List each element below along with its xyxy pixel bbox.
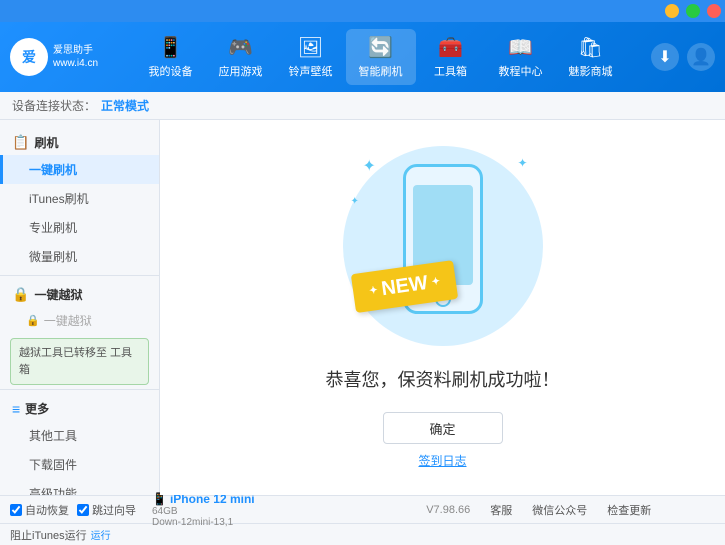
nav-icon-my-device: 📱 [158, 35, 183, 60]
nav-item-ringtone-wallpaper[interactable]: 🖼 铃声壁纸 [276, 29, 346, 85]
skip-wizard-checkbox[interactable]: 跳过向导 [77, 502, 136, 518]
header: 爱 爱思助手 www.i4.cn 📱 我的设备 🎮 应用游戏 🖼 铃声壁纸 🔄 智能刷机 🧰 工具… [0, 22, 725, 92]
bottom-center: V7.98.66 客服 微信公众号 检查更新 [363, 502, 716, 518]
nav-icon-smart-flash: 🔄 [368, 35, 393, 60]
main-layout: 📋 刷机一键刷机iTunes刷机专业刷机微量刷机 🔒 一键越狱 🔒 一键越狱越狱工具已转移… [0, 120, 725, 495]
locked-item-one-click-restore: 🔒 一键越狱 [0, 307, 159, 334]
minimize-button[interactable] [665, 4, 679, 18]
sidebar-item-download-firmware[interactable]: 下载固件 [0, 450, 159, 479]
sidebar-item-pro-flash[interactable]: 专业刷机 [0, 213, 159, 242]
logo-area: 爱 爱思助手 www.i4.cn [10, 38, 110, 76]
status-label: 设备连接状态： [12, 97, 96, 114]
nav-item-smart-flash[interactable]: 🔄 智能刷机 [346, 29, 416, 85]
title-bar [0, 0, 725, 22]
itunes-button[interactable]: 运行 [91, 527, 111, 542]
nav-icon-ringtone-wallpaper: 🖼 [298, 35, 323, 60]
nav-item-meinv-shop[interactable]: 🛍 魅影商城 [556, 29, 626, 85]
nav-label-tutorial: 教程中心 [499, 63, 543, 79]
download-button[interactable]: ⬇ [651, 43, 679, 71]
status-bar: 设备连接状态： 正常模式 [0, 92, 725, 120]
nav-label-ringtone-wallpaper: 铃声壁纸 [289, 63, 333, 79]
sidebar-section-one-click-restore: 🔒 一键越狱 [0, 280, 159, 307]
device-info: 📱 iPhone 12 mini 64GB Down-12mini-13,1 [152, 492, 255, 528]
nav-label-my-device: 我的设备 [149, 63, 193, 79]
sidebar-item-itunes-flash[interactable]: iTunes刷机 [0, 184, 159, 213]
logo-text: 爱思助手 www.i4.cn [53, 44, 98, 70]
nav-label-meinv-shop: 魅影商城 [569, 63, 613, 79]
skip-wizard-input[interactable] [77, 504, 89, 516]
content-area: ✦ ✦ ✦ NEW 恭喜您，保资料刷机成功啦！ 确定 签到日志 [160, 120, 725, 495]
auto-connect-checkbox[interactable]: 自动恢复 [10, 502, 69, 518]
sparkle-1: ✦ [363, 156, 376, 176]
sidebar-item-one-click-flash[interactable]: 一键刷机 [0, 155, 159, 184]
user-button[interactable]: 👤 [687, 43, 715, 71]
daily-button[interactable]: 签到日志 [418, 452, 466, 469]
sidebar-divider [0, 389, 159, 390]
success-text: 恭喜您，保资料刷机成功啦！ [326, 366, 560, 392]
nav-icon-meinv-shop: 🛍 [578, 35, 603, 60]
nav-label-apps-games: 应用游戏 [219, 63, 263, 79]
device-firmware: Down-12mini-13,1 [152, 517, 255, 528]
nav-item-tutorial[interactable]: 📖 教程中心 [486, 29, 556, 85]
wechat-link[interactable]: 微信公众号 [532, 502, 587, 518]
window-controls [661, 4, 721, 18]
status-value: 正常模式 [101, 97, 149, 114]
device-storage: 64GB [152, 506, 255, 517]
sidebar-item-other-tools[interactable]: 其他工具 [0, 421, 159, 450]
header-actions: ⬇ 👤 [651, 43, 715, 71]
section-title-more: 更多 [25, 400, 49, 417]
version-text: V7.98.66 [426, 504, 470, 516]
section-icon-flash: 📋 [12, 134, 29, 151]
bottom-bar: 自动恢复 跳过向导 📱 iPhone 12 mini 64GB Down-12m… [0, 495, 725, 523]
auto-connect-input[interactable] [10, 504, 22, 516]
nav-item-my-device[interactable]: 📱 我的设备 [136, 29, 206, 85]
customer-service-link[interactable]: 客服 [490, 502, 512, 518]
notice-box-one-click-restore: 越狱工具已转移至 工具箱 [10, 338, 149, 385]
nav-item-toolbox[interactable]: 🧰 工具箱 [416, 29, 486, 85]
bottom-left: 自动恢复 跳过向导 📱 iPhone 12 mini 64GB Down-12m… [10, 492, 363, 528]
nav-label-toolbox: 工具箱 [434, 63, 467, 79]
auto-connect-label: 自动恢复 [25, 502, 69, 518]
section-icon-one-click-restore: 🔒 [12, 286, 29, 303]
nav-icon-tutorial: 📖 [508, 35, 533, 60]
nav-items: 📱 我的设备 🎮 应用游戏 🖼 铃声壁纸 🔄 智能刷机 🧰 工具箱 📖 教程中心 🛍 魅影商城 [110, 29, 651, 85]
nav-icon-toolbox: 🧰 [438, 35, 463, 60]
section-title-flash: 刷机 [34, 134, 58, 151]
sparkle-2: ✦ [517, 156, 527, 170]
sidebar-section-flash: 📋 刷机 [0, 128, 159, 155]
itunes-label: 阻止iTunes运行 [10, 527, 87, 543]
section-title-one-click-restore: 一键越狱 [34, 286, 82, 303]
locked-label: 一键越狱 [44, 312, 92, 329]
itunes-bar: 阻止iTunes运行 运行 [0, 523, 725, 545]
close-button[interactable] [707, 4, 721, 18]
check-update-link[interactable]: 检查更新 [607, 502, 651, 518]
sidebar-section-more: ≡ 更多 [0, 394, 159, 421]
nav-item-apps-games[interactable]: 🎮 应用游戏 [206, 29, 276, 85]
nav-icon-apps-games: 🎮 [228, 35, 253, 60]
nav-label-smart-flash: 智能刷机 [359, 63, 403, 79]
sidebar: 📋 刷机一键刷机iTunes刷机专业刷机微量刷机 🔒 一键越狱 🔒 一键越狱越狱工具已转移… [0, 120, 160, 495]
logo-icon: 爱 [10, 38, 48, 76]
lock-icon: 🔒 [26, 314, 40, 327]
sidebar-divider [0, 275, 159, 276]
sparkle-3: ✦ [351, 196, 359, 207]
confirm-button[interactable]: 确定 [383, 412, 503, 444]
sidebar-item-restore-flash[interactable]: 微量刷机 [0, 242, 159, 271]
skip-wizard-label: 跳过向导 [92, 502, 136, 518]
maximize-button[interactable] [686, 4, 700, 18]
section-icon-more: ≡ [12, 401, 20, 417]
phone-illustration: ✦ ✦ ✦ NEW [343, 146, 543, 346]
